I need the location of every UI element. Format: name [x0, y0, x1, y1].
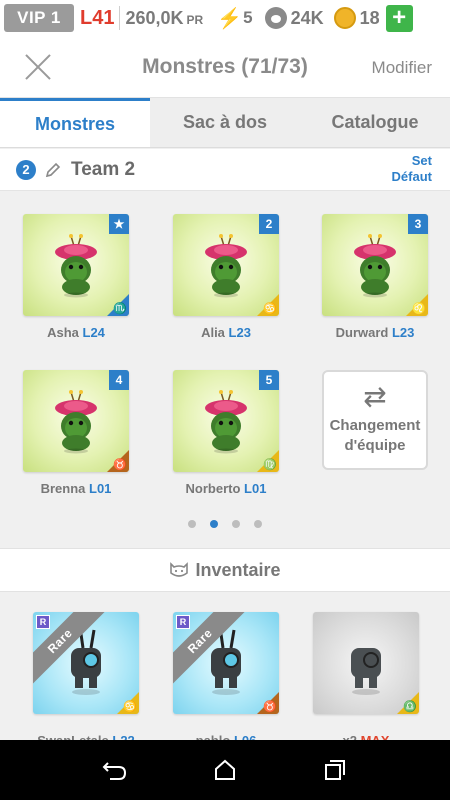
team-name[interactable]: Team 2	[71, 159, 135, 181]
power-rating-label: PR	[186, 12, 204, 27]
power-rating: 260,0K PR	[125, 8, 203, 29]
divider	[119, 6, 121, 30]
tab-bar: Monstres Sac à dos Catalogue	[0, 98, 450, 148]
monster-sprite	[354, 234, 396, 298]
monster-card[interactable]: 5 ♍ Norberto L01	[173, 370, 283, 496]
zodiac-icon: ♎	[403, 701, 417, 713]
status-bar: VIP 1 L41 260,0K PR ⚡ 5 24K 18 +	[0, 0, 450, 36]
coin-currency[interactable]: 18	[333, 7, 380, 29]
edit-button[interactable]: Modifier	[372, 58, 432, 78]
monster-portrait[interactable]: 4 ♉	[23, 370, 129, 472]
player-level: L41	[80, 6, 115, 29]
slot-badge: 2	[259, 214, 279, 234]
monster-card[interactable]: 3 ♌ Durward L23	[322, 214, 432, 340]
inventory-card[interactable]: ♎	[313, 612, 419, 714]
monster-level: L23	[228, 325, 251, 340]
back-icon[interactable]	[95, 750, 135, 790]
zodiac-icon: ♏	[113, 303, 127, 315]
monster-name: Asha L24	[23, 325, 129, 340]
slot-badge: ★	[109, 214, 129, 234]
add-currency-button[interactable]: +	[385, 4, 413, 32]
home-icon[interactable]	[205, 750, 245, 790]
recent-apps-icon[interactable]	[315, 750, 355, 790]
inventory-header: Inventaire	[0, 548, 450, 592]
energy-counter[interactable]: ⚡ 5	[217, 6, 252, 31]
monster-level: L01	[244, 481, 267, 496]
inventory-title: Inventaire	[195, 559, 281, 580]
monster-sprite	[351, 648, 381, 695]
monster-level: L24	[82, 325, 105, 340]
system-nav-bar	[0, 740, 450, 800]
pager-dot[interactable]	[188, 520, 196, 528]
energy-value: 5	[243, 8, 253, 27]
monster-sprite	[55, 390, 97, 454]
cat-face-icon	[170, 562, 189, 577]
swap-arrows-icon: ⇄	[363, 381, 387, 412]
monster-name-text: Alia	[201, 325, 225, 340]
paw-value: 24K	[290, 7, 324, 28]
slot-badge: 4	[109, 370, 129, 390]
set-default-line2: Défaut	[391, 169, 432, 184]
monster-name: Durward L23	[322, 325, 428, 340]
change-team-button[interactable]: ⇄ Changement d'équipe	[322, 370, 428, 470]
paw-currency[interactable]: 24K	[264, 7, 324, 29]
monster-name: Norberto L01	[173, 481, 279, 496]
team-number-badge: 2	[16, 159, 36, 180]
page-header: Monstres (71/73) Modifier	[0, 36, 450, 98]
monster-level: L23	[391, 325, 415, 340]
monster-name-text: Norberto	[185, 481, 241, 496]
inventory-card[interactable]: Rare R ♋	[33, 612, 139, 714]
pager-dot[interactable]	[210, 520, 218, 528]
pager-dots	[0, 520, 450, 528]
zodiac-icon: ♋	[263, 303, 277, 315]
paw-icon	[264, 7, 287, 29]
slot-badge: 5	[259, 370, 279, 390]
monster-portrait[interactable]: 5 ♍	[173, 370, 279, 472]
lightning-icon: ⚡	[217, 7, 243, 30]
zodiac-icon: ♉	[263, 701, 277, 713]
monster-name-text: Asha	[47, 325, 79, 340]
change-team-label: Changement d'équipe	[329, 417, 421, 454]
rarity-tag: R	[176, 615, 190, 629]
rarity-tag: R	[36, 615, 50, 629]
monster-sprite	[205, 234, 247, 298]
monster-name: Alia L23	[173, 325, 279, 340]
monster-card[interactable]: 2 ♋ Alia L23	[173, 214, 283, 340]
pencil-icon[interactable]	[44, 161, 62, 179]
coin-icon	[333, 7, 356, 29]
zodiac-icon: ♌	[412, 303, 426, 315]
pager-dot[interactable]	[254, 520, 262, 528]
tab-monstres[interactable]: Monstres	[0, 98, 150, 147]
team-grid: ★ ♏ Asha L24 2 ♋ Alia L23 3 ♌ Durward L23 4 ♉ Brenn…	[0, 192, 450, 547]
zodiac-icon: ♉	[113, 459, 127, 471]
tab-catalogue[interactable]: Catalogue	[300, 98, 450, 147]
inventory-card[interactable]: Rare R ♉	[173, 612, 279, 714]
monster-card[interactable]: ★ ♏ Asha L24	[23, 214, 133, 340]
zodiac-icon: ♋	[123, 701, 137, 713]
monster-portrait[interactable]: 2 ♋	[173, 214, 279, 316]
monster-sprite	[55, 234, 97, 298]
team-header: 2 Team 2 Set Défaut	[0, 149, 450, 191]
monster-portrait[interactable]: 3 ♌	[322, 214, 428, 316]
monster-name-text: Durward	[335, 325, 389, 340]
monster-portrait[interactable]: ★ ♏	[23, 214, 129, 316]
zodiac-icon: ♍	[263, 459, 277, 471]
set-default-button[interactable]: Set Défaut	[392, 153, 432, 185]
inventory-grid: RareR♋SwapLetale L22RareR♉pablo L06♎x2 M…	[0, 593, 450, 748]
monster-name: Brenna L01	[23, 481, 129, 496]
monster-name-text: Brenna	[40, 481, 86, 496]
set-default-line1: Set	[411, 153, 432, 168]
coin-value: 18	[359, 7, 380, 28]
pager-dot[interactable]	[232, 520, 240, 528]
vip-badge[interactable]: VIP 1	[4, 4, 74, 32]
monster-card[interactable]: 4 ♉ Brenna L01	[23, 370, 133, 496]
monster-sprite	[205, 390, 247, 454]
slot-badge: 3	[408, 214, 428, 234]
tab-sac-a-dos[interactable]: Sac à dos	[150, 98, 300, 147]
monster-level: L01	[89, 481, 112, 496]
power-rating-value: 260,0K	[125, 7, 184, 28]
